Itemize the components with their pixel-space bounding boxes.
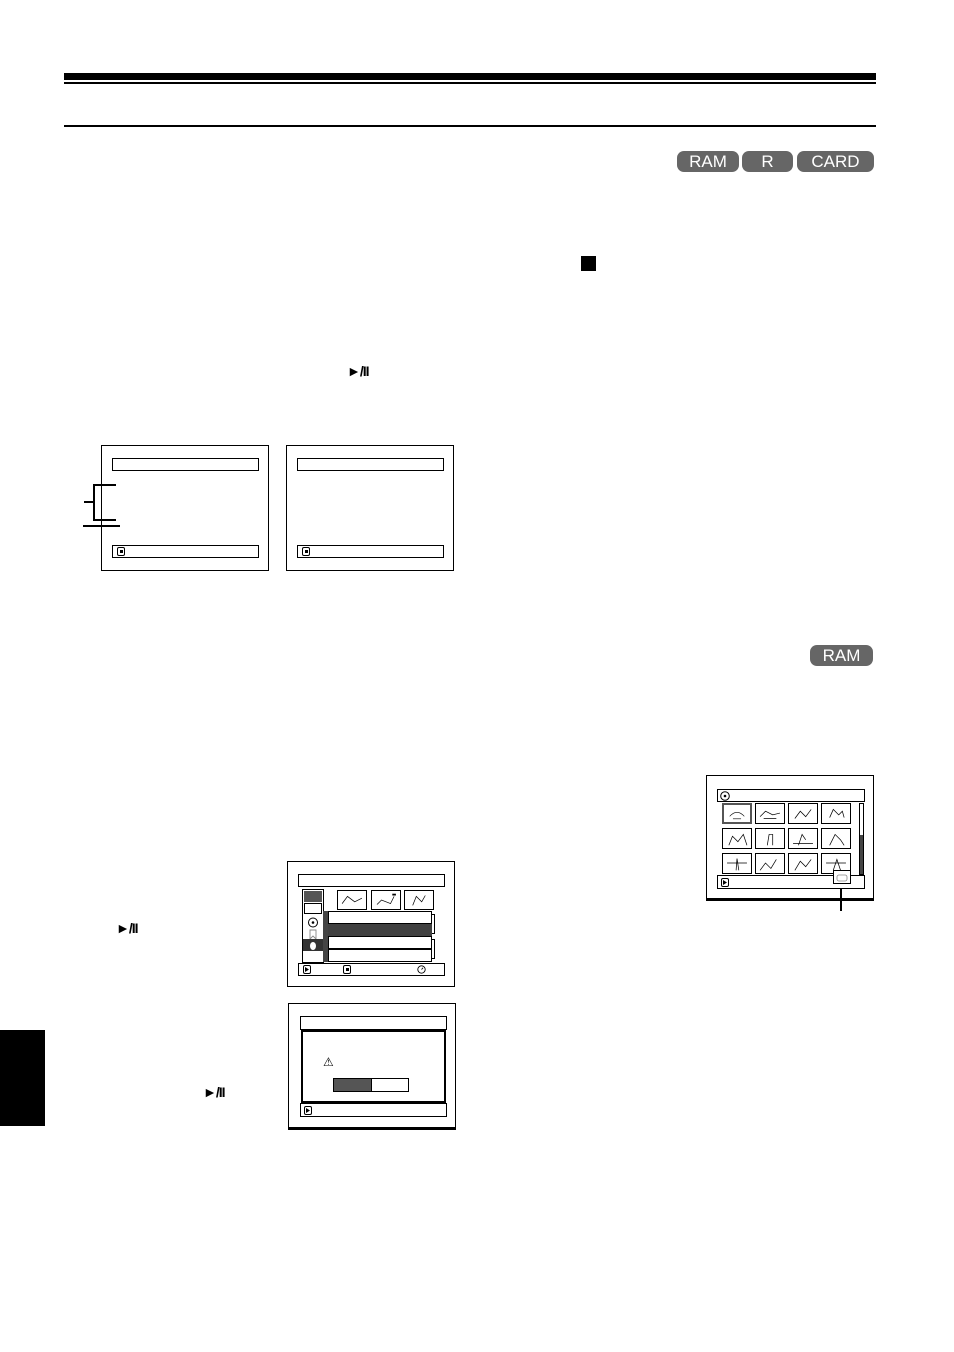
- lcd-screen-1: [101, 445, 269, 571]
- thumbnail[interactable]: [722, 853, 752, 874]
- lcd-screen-2: [286, 445, 454, 571]
- play-button-icon: [303, 965, 311, 974]
- option-yes[interactable]: [334, 1079, 371, 1091]
- other-category-icon[interactable]: [303, 939, 323, 951]
- disc-category-icon[interactable]: [304, 915, 322, 928]
- submenu-edge: [432, 939, 435, 959]
- bookmark-category-icon[interactable]: [304, 927, 322, 941]
- callout-line: [93, 484, 116, 486]
- thumbnail[interactable]: [755, 828, 785, 849]
- play-button-icon: [304, 1106, 312, 1115]
- thumbnail[interactable]: [371, 890, 401, 910]
- stop-button-icon: [117, 547, 125, 556]
- menu-row-selected[interactable]: [328, 924, 432, 936]
- disc-navigation-icon: [720, 791, 730, 801]
- thumbnail[interactable]: [788, 803, 818, 824]
- callout-line: [84, 501, 94, 503]
- badge-r: R: [742, 151, 793, 172]
- badge-ram: RAM: [677, 151, 739, 172]
- thumbnail[interactable]: [722, 828, 752, 849]
- yes-no-selector: [333, 1078, 409, 1092]
- bottom-bar: [300, 1103, 447, 1117]
- thumbnail[interactable]: [755, 803, 785, 824]
- title-bar: [112, 458, 259, 471]
- bottom-bar: [112, 545, 259, 558]
- menu-screen: [287, 861, 455, 987]
- thumbnail[interactable]: [821, 803, 851, 824]
- stop-icon: [581, 256, 596, 271]
- program-category-icon[interactable]: [304, 903, 322, 914]
- title-bar: [717, 789, 865, 802]
- stop-button-icon: [302, 547, 310, 556]
- thumbnail-grid: [722, 802, 855, 878]
- thumbnail[interactable]: [821, 828, 851, 849]
- play-button-icon: [721, 878, 729, 887]
- header-rule-thick: [64, 73, 876, 80]
- scrollbar[interactable]: [859, 803, 864, 875]
- play-pause-icon: ►/II: [347, 363, 370, 379]
- option-no[interactable]: [371, 1079, 408, 1091]
- header-rule-thin: [64, 82, 876, 84]
- thumbnail[interactable]: [788, 853, 818, 874]
- thumbnail[interactable]: [755, 853, 785, 874]
- menu-row[interactable]: [328, 949, 432, 962]
- chapter-tab: [0, 1030, 45, 1126]
- section-rule: [64, 125, 876, 127]
- thumbnail[interactable]: [722, 803, 752, 824]
- thumbnail[interactable]: [788, 828, 818, 849]
- play-pause-icon: ►/II: [203, 1084, 226, 1100]
- submenu-edge: [432, 914, 435, 934]
- bottom-bar: [297, 545, 444, 558]
- thumbnail-screen: [706, 775, 874, 901]
- callout-line: [93, 519, 116, 521]
- badge-ram-section: RAM: [810, 645, 873, 666]
- callout-line: [83, 525, 120, 527]
- bottom-bar: [717, 870, 865, 889]
- menu-row[interactable]: [328, 936, 432, 949]
- scrollbar-thumb[interactable]: [860, 834, 863, 874]
- badge-card: CARD: [797, 151, 874, 172]
- thumbnail[interactable]: [404, 890, 434, 910]
- warning-icon: ⚠: [323, 1055, 334, 1069]
- stop-button-icon: [343, 965, 351, 974]
- title-bar: [300, 1016, 447, 1030]
- movie-category-icon[interactable]: [304, 891, 322, 902]
- title-bar: [298, 874, 445, 887]
- timer-icon: [417, 965, 426, 974]
- title-bar: [297, 458, 444, 471]
- menu-row[interactable]: [328, 911, 432, 924]
- menu-category-column: [302, 889, 324, 963]
- dialog-box: ⚠: [301, 1030, 446, 1103]
- confirm-dialog-screen: ⚠: [288, 1003, 456, 1130]
- folder-status-icon: [833, 870, 851, 884]
- bottom-bar: [298, 963, 445, 976]
- thumbnail[interactable]: [337, 890, 367, 910]
- play-pause-icon: ►/II: [116, 920, 139, 936]
- callout-line: [840, 888, 842, 911]
